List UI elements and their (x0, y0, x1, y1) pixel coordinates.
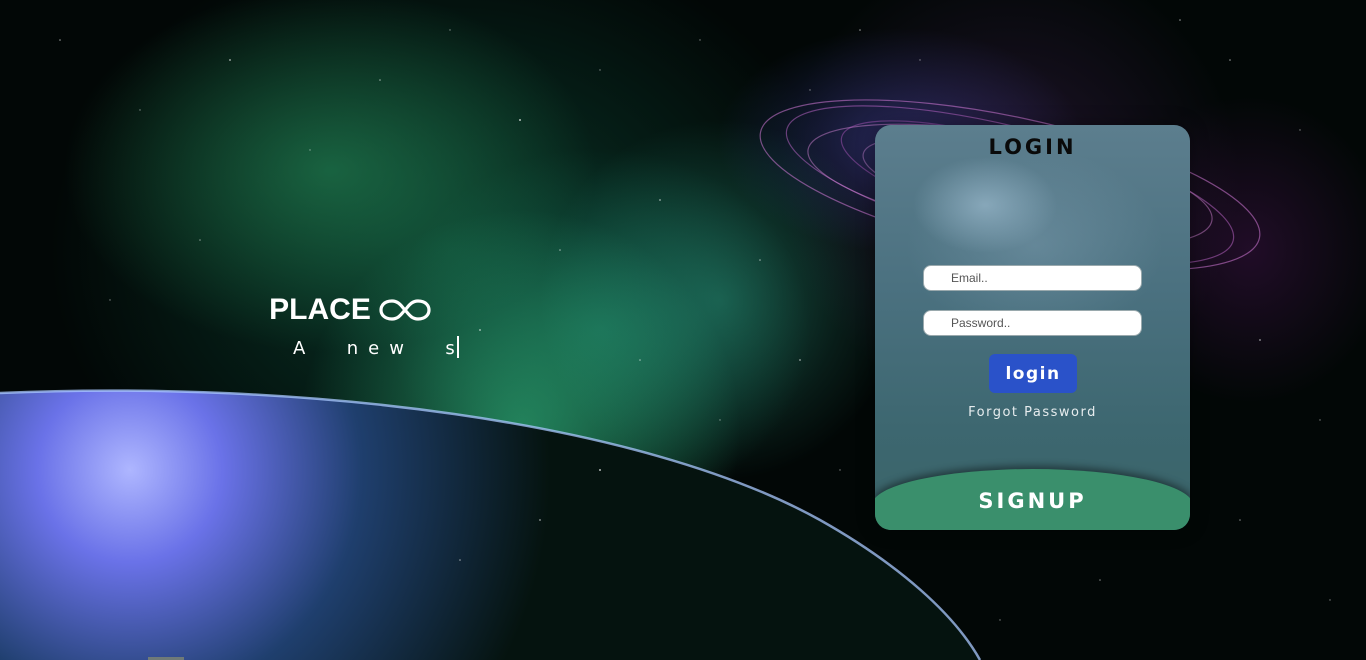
signup-label: SIGNUP (978, 489, 1087, 513)
infinity-icon (379, 299, 431, 321)
forgot-password-link[interactable]: Forgot Password (875, 405, 1190, 420)
typing-caret (456, 336, 459, 358)
password-field[interactable] (923, 310, 1142, 336)
tagline-text: A new s (293, 338, 465, 359)
email-field[interactable] (923, 265, 1142, 291)
login-card: LOGIN login Forgot Password SIGNUP (875, 125, 1190, 530)
login-page: PLACE A new s LOGIN login Forgot Passwor… (0, 0, 1366, 660)
tagline: A new s (250, 336, 459, 361)
brand-block: PLACE A new s (250, 290, 459, 361)
brand-title: PLACE (269, 290, 431, 330)
signup-button[interactable]: SIGNUP (875, 469, 1190, 530)
brand-name: PLACE (269, 293, 371, 326)
login-title: LOGIN (988, 135, 1077, 159)
login-button[interactable]: login (989, 354, 1077, 393)
